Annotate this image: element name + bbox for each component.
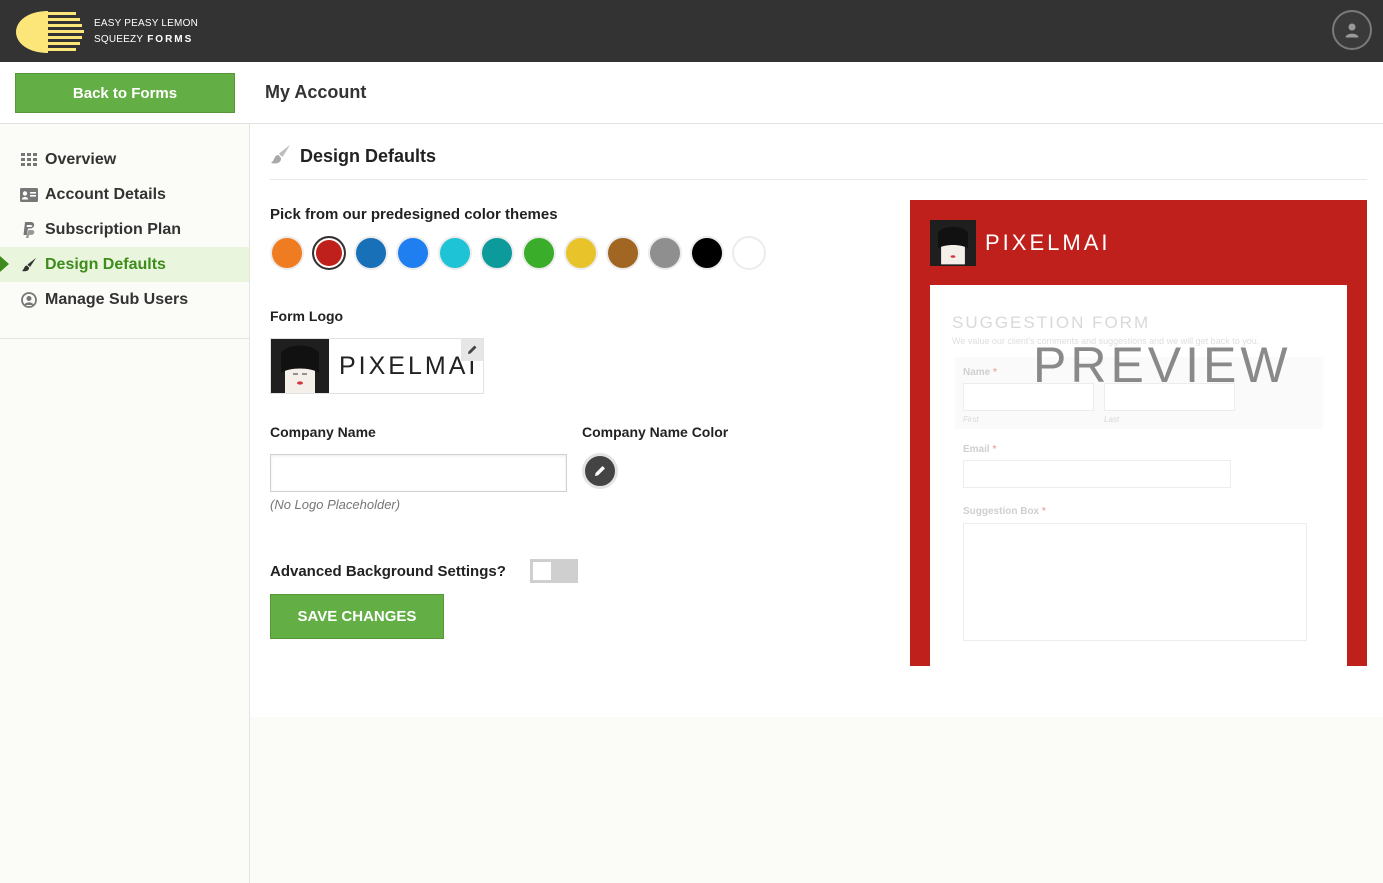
toggle-knob bbox=[533, 562, 551, 580]
color-theme-swatches bbox=[270, 236, 774, 270]
company-color-picker-button[interactable] bbox=[582, 453, 618, 489]
brand-line-1: EASY PEASY LEMON bbox=[94, 18, 198, 29]
user-circle-icon bbox=[20, 291, 38, 309]
sidebar-item-label: Overview bbox=[45, 150, 117, 168]
brand-text: EASY PEASY LEMON SQUEEZY FORMS bbox=[94, 16, 198, 48]
lemon-logo-icon bbox=[16, 11, 84, 53]
top-bar: EASY PEASY LEMON SQUEEZY FORMS bbox=[0, 0, 1383, 62]
logo-face-image bbox=[271, 339, 329, 393]
user-icon bbox=[1345, 23, 1359, 38]
form-preview: PIXELMAI SUGGESTION FORM We value our cl… bbox=[910, 200, 1367, 666]
preview-suggestion-textarea bbox=[963, 523, 1307, 641]
form-logo-label: Form Logo bbox=[270, 308, 344, 324]
preview-last-sublabel: Last bbox=[1104, 415, 1120, 424]
sidebar-item-label: Account Details bbox=[45, 185, 166, 203]
company-name-hint: (No Logo Placeholder) bbox=[270, 497, 401, 512]
preview-logo-image bbox=[930, 220, 976, 266]
footer-area bbox=[250, 717, 1383, 883]
main-panel: Design Defaults Pick from our predesigne… bbox=[250, 124, 1383, 717]
color-swatch[interactable] bbox=[312, 236, 346, 270]
back-to-forms-button[interactable]: Back to Forms bbox=[15, 73, 235, 113]
section-title: Design Defaults bbox=[300, 146, 437, 166]
logo-wordmark: PIXELMAI bbox=[339, 351, 479, 380]
save-changes-button[interactable]: SAVE CHANGES bbox=[270, 594, 444, 639]
sidebar-item-overview[interactable]: Overview bbox=[0, 142, 249, 177]
themes-label: Pick from our predesigned color themes bbox=[270, 206, 558, 223]
paypal-icon bbox=[20, 221, 38, 239]
sidebar-item-account-details[interactable]: Account Details bbox=[0, 177, 249, 212]
preview-email-label: Email * bbox=[963, 444, 997, 455]
color-swatch[interactable] bbox=[354, 236, 388, 270]
sidebar-item-design-defaults[interactable]: Design Defaults bbox=[0, 247, 249, 282]
pencil-icon bbox=[595, 466, 605, 476]
sidebar-item-manage-sub-users[interactable]: Manage Sub Users bbox=[0, 282, 249, 317]
form-logo-preview[interactable]: PIXELMAI bbox=[270, 338, 484, 394]
sidebar-divider bbox=[0, 338, 249, 339]
color-swatch[interactable] bbox=[438, 236, 472, 270]
sidebar-nav: Overview Account Details Subscription Pl… bbox=[0, 142, 249, 317]
preview-name-label: Name * bbox=[963, 367, 997, 378]
preview-form-title: SUGGESTION FORM bbox=[952, 313, 1151, 332]
page-title: My Account bbox=[265, 82, 367, 102]
company-color-label: Company Name Color bbox=[582, 424, 729, 440]
sidebar: Overview Account Details Subscription Pl… bbox=[0, 124, 250, 883]
color-swatch[interactable] bbox=[732, 236, 766, 270]
color-swatch[interactable] bbox=[396, 236, 430, 270]
paintbrush-icon bbox=[271, 145, 290, 164]
preview-first-sublabel: First bbox=[963, 415, 979, 424]
advanced-background-label: Advanced Background Settings? bbox=[270, 563, 506, 580]
preview-suggestion-label: Suggestion Box * bbox=[963, 506, 1046, 517]
user-menu-button[interactable] bbox=[1332, 10, 1372, 50]
color-swatch[interactable] bbox=[564, 236, 598, 270]
sub-header: Back to Forms My Account bbox=[0, 62, 1383, 124]
pencil-icon bbox=[468, 345, 477, 354]
color-swatch[interactable] bbox=[522, 236, 556, 270]
color-swatch[interactable] bbox=[648, 236, 682, 270]
color-swatch[interactable] bbox=[480, 236, 514, 270]
edit-logo-button[interactable] bbox=[461, 339, 483, 361]
sidebar-item-label: Manage Sub Users bbox=[45, 290, 189, 308]
color-swatch[interactable] bbox=[606, 236, 640, 270]
sidebar-item-label: Subscription Plan bbox=[45, 220, 182, 238]
company-name-label: Company Name bbox=[270, 424, 376, 440]
id-card-icon bbox=[20, 186, 38, 204]
preview-watermark: PREVIEW bbox=[1033, 337, 1292, 393]
color-swatch[interactable] bbox=[690, 236, 724, 270]
preview-email-input bbox=[963, 460, 1231, 488]
paintbrush-icon bbox=[20, 256, 38, 274]
preview-company-name: PIXELMAI bbox=[985, 230, 1111, 255]
brand-line-2: SQUEEZY bbox=[94, 34, 144, 45]
grid-icon bbox=[20, 151, 38, 169]
color-swatch[interactable] bbox=[270, 236, 304, 270]
advanced-background-toggle[interactable] bbox=[530, 559, 578, 583]
sidebar-item-label: Design Defaults bbox=[45, 255, 166, 273]
company-name-input[interactable] bbox=[270, 454, 567, 492]
sidebar-item-subscription-plan[interactable]: Subscription Plan bbox=[0, 212, 249, 247]
section-header: Design Defaults bbox=[270, 144, 1367, 180]
brand-forms: FORMS bbox=[147, 34, 194, 45]
